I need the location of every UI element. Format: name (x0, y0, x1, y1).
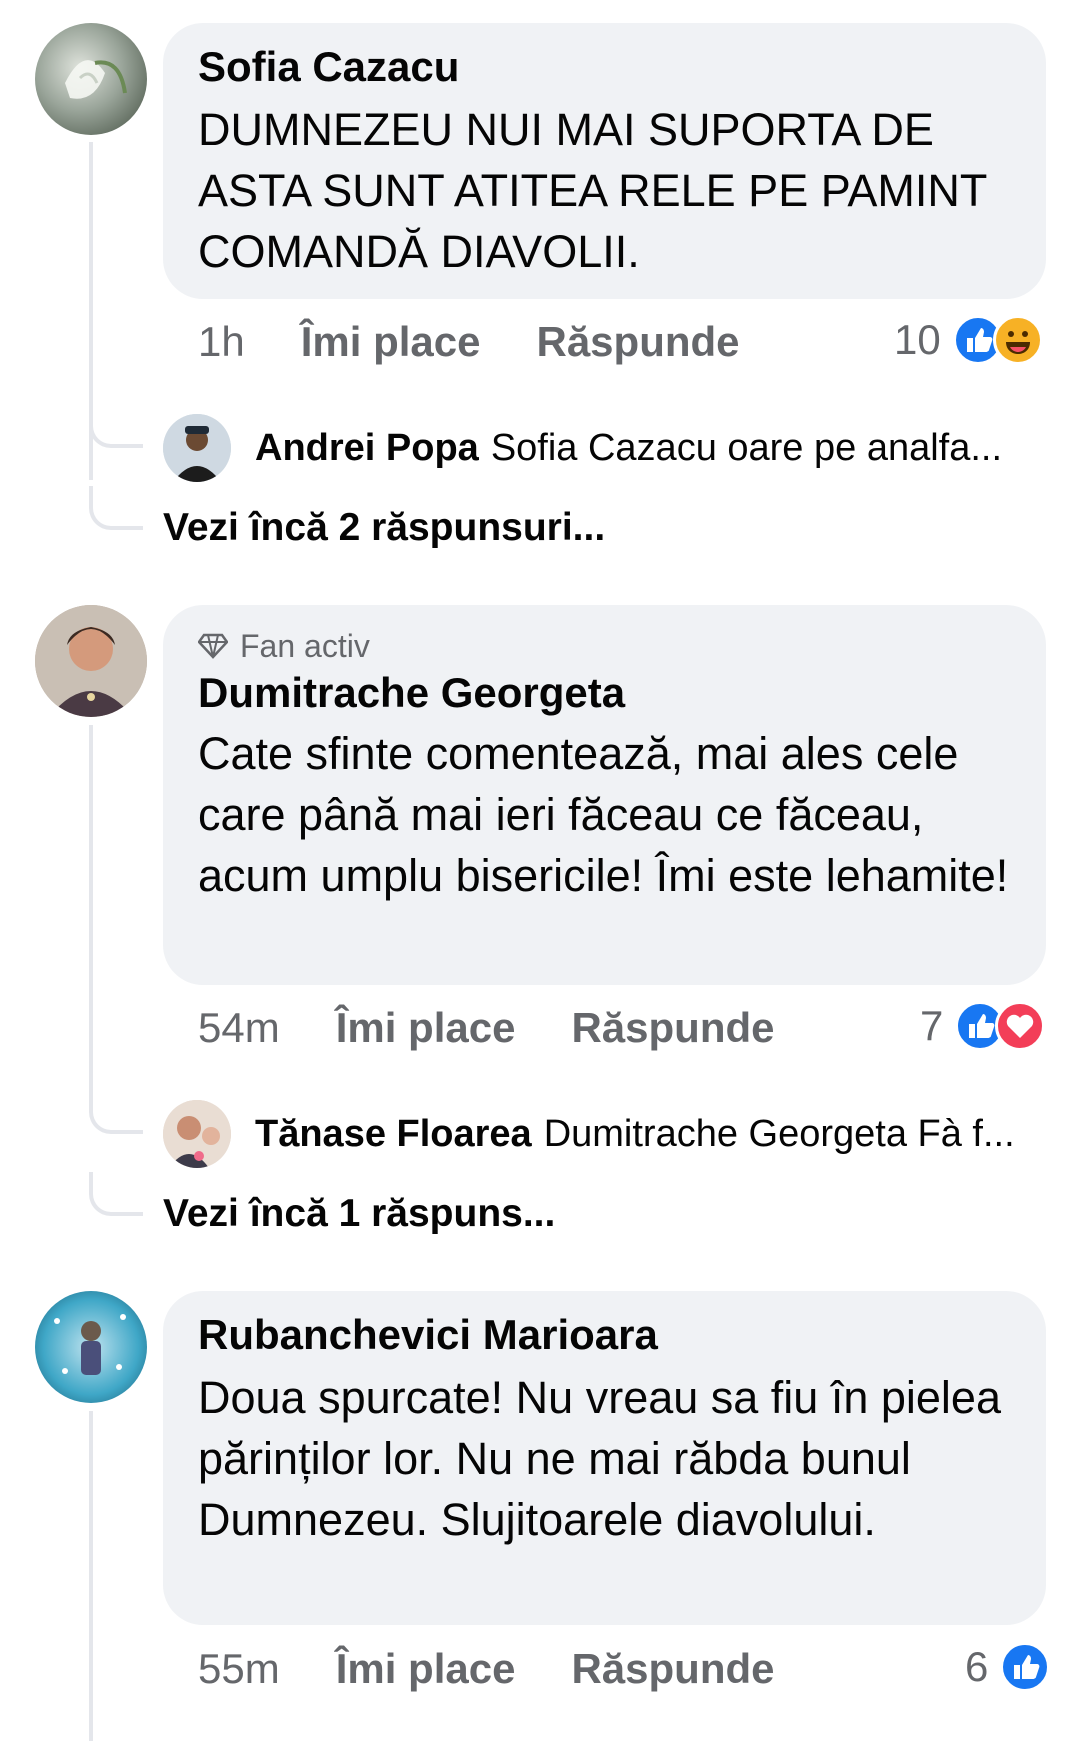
avatar[interactable] (35, 23, 147, 135)
comment-text: Doua spurcate! Nu vreau sa fiu în pielea… (198, 1372, 1001, 1545)
reply-button[interactable]: Răspunde (571, 1645, 774, 1693)
comment-actions: 1h Îmi place Răspunde (198, 318, 740, 366)
more-replies-connector (89, 486, 143, 530)
avatar[interactable] (163, 414, 231, 482)
snowdrop-image (65, 60, 127, 99)
comment-author[interactable]: Rubanchevici Marioara (198, 1309, 1016, 1361)
reply-preview[interactable]: Andrei Popa Sofia Cazacu oare pe analfa..… (255, 424, 1002, 472)
comment-text: Cate sfinte comentează, mai ales cele ca… (198, 728, 1009, 901)
comment-actions: 54m Îmi place Răspunde (198, 1004, 775, 1052)
like-button[interactable]: Îmi place (301, 318, 481, 366)
reply-button[interactable]: Răspunde (536, 318, 739, 366)
reaction-summary[interactable]: 6 (965, 1642, 1051, 1692)
reaction-summary[interactable]: 10 (894, 315, 1043, 365)
reply-text: Sofia Cazacu oare pe analfa... (490, 427, 1003, 469)
reaction-count: 7 (920, 1002, 944, 1049)
comment-bubble[interactable]: Rubanchevici Marioara Doua spurcate! Nu … (163, 1291, 1046, 1625)
avatar[interactable] (35, 605, 147, 717)
comment-timestamp[interactable]: 55m (198, 1645, 280, 1693)
comment-timestamp[interactable]: 1h (198, 318, 245, 366)
reaction-summary[interactable]: 7 (920, 1001, 1046, 1051)
view-more-replies-link[interactable]: Vezi încă 2 răspunsuri... (163, 506, 605, 550)
thread-line (89, 725, 93, 1100)
comment-bubble[interactable]: Fan activ Dumitrache Georgeta Cate sfint… (163, 605, 1046, 985)
avatar[interactable] (163, 1100, 231, 1168)
haha-reaction-icon (992, 315, 1043, 365)
like-reaction-icon (1000, 1642, 1051, 1692)
view-more-replies-link[interactable]: Vezi încă 1 răspuns... (163, 1192, 555, 1236)
reply-connector (89, 1090, 143, 1134)
reply-preview[interactable]: Tănase Floarea Dumitrache Georgeta Fà f..… (255, 1110, 1015, 1158)
person-icon (163, 1100, 231, 1168)
reaction-count: 6 (965, 1643, 989, 1690)
reaction-count: 10 (894, 316, 941, 363)
reply-connector (89, 404, 143, 448)
like-button[interactable]: Îmi place (336, 1004, 516, 1052)
comment-actions: 55m Îmi place Răspunde (198, 1645, 775, 1693)
avatar[interactable] (35, 1291, 147, 1403)
badge-label: Fan activ (240, 628, 370, 664)
comment-author[interactable]: Sofia Cazacu (198, 41, 1016, 93)
like-button[interactable]: Îmi place (336, 1645, 516, 1693)
comment-text: DUMNEZEU NUI MAI SUPORTA DE ASTA SUNT AT… (198, 104, 987, 277)
comment-timestamp[interactable]: 54m (198, 1004, 280, 1052)
person-icon (163, 414, 231, 482)
person-icon (54, 1314, 126, 1375)
comment-bubble[interactable]: Sofia Cazacu DUMNEZEU NUI MAI SUPORTA DE… (163, 23, 1046, 299)
reply-author[interactable]: Andrei Popa (255, 427, 479, 469)
love-reaction-icon (995, 1001, 1046, 1051)
reply-button[interactable]: Răspunde (571, 1004, 774, 1052)
person-icon (35, 605, 147, 717)
reply-text: Dumitrache Georgeta Fà f... (543, 1113, 1015, 1155)
active-fan-badge: Fan activ (198, 625, 1016, 667)
more-replies-connector (89, 1172, 143, 1216)
diamond-icon (198, 633, 228, 659)
reply-author[interactable]: Tănase Floarea (255, 1113, 532, 1155)
thread-line (89, 1411, 93, 1741)
comment-author[interactable]: Dumitrache Georgeta (198, 667, 1016, 719)
